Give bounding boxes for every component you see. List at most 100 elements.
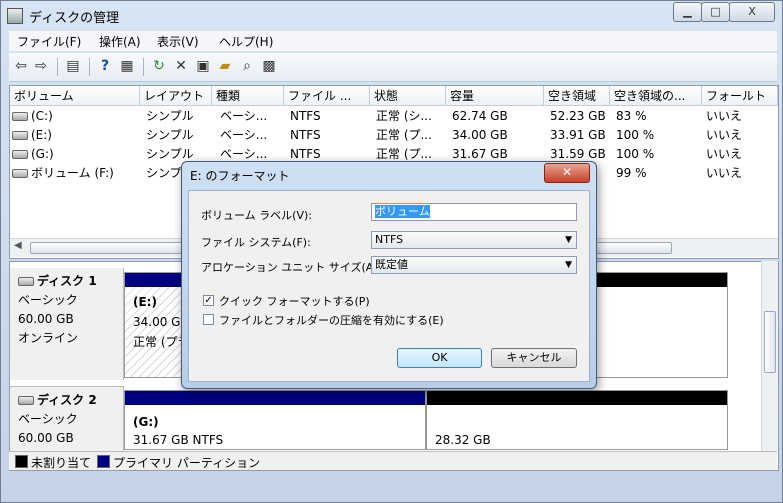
column-header-type[interactable]: 種類 [212,86,284,106]
forward-arrow-icon[interactable]: ⇨ [33,58,49,74]
ok-button[interactable]: OK [397,348,482,368]
compress-checkbox[interactable] [203,314,214,325]
explore-icon[interactable]: ▩ [261,58,277,74]
layout-cell: シンプル [146,109,194,123]
partition-e-name: (E:) [133,295,157,309]
properties-icon[interactable]: ▣ [195,58,211,74]
legend-primary: プライマリ パーティション [97,454,260,471]
window-title: ディスクの管理 [29,11,120,26]
unallocated-space[interactable]: 28.32 GB [426,390,728,450]
volume-name: (G:) [31,147,54,161]
column-header-free[interactable]: 空き領域 [544,86,610,106]
cancel-button[interactable]: キャンセル [491,348,577,368]
fs-cell: NTFS [290,109,321,123]
menu-bar: ファイル(F) 操作(A) 表示(V) ヘルプ(H) [9,31,777,51]
primary-partition-bar [125,391,425,405]
toolbar-separator [89,58,90,76]
drive-icon [12,169,28,178]
chevron-down-icon: ▼ [565,260,572,270]
layout-cell: シンプル [146,128,194,142]
fault-tolerance-cell: いいえ [706,166,743,180]
status-cell: 正常 (プ... [376,128,432,142]
volume-label-input[interactable]: ボリューム [371,203,577,221]
volume-cell: (G:) [12,145,54,164]
drive-icon [12,131,28,140]
fs-cell: NTFS [290,128,321,142]
disk-1-kind: ベーシック [18,293,78,307]
menu-view[interactable]: 表示(V) [157,33,199,50]
drive-icon [12,112,28,121]
console-tree-icon[interactable]: ▤ [65,58,81,74]
disk-1-name-text: ディスク 1 [37,274,97,288]
partition-g-name: (G:) [133,415,159,429]
legend: 未割り当て プライマリ パーティション [9,451,777,470]
help-icon[interactable]: ? [97,58,113,74]
menu-help[interactable]: ヘルプ(H) [219,33,273,50]
free-pct-cell: 100 % [616,128,655,142]
disk-2-name: ディスク 2 [18,391,123,410]
dialog-close-button[interactable]: ✕ [544,163,590,183]
partition-g[interactable]: (G:) 31.67 GB NTFS [124,390,426,450]
delete-icon[interactable]: ✕ [173,58,189,74]
column-header-fault-tolerance[interactable]: フォールト [702,86,778,106]
toolbar-separator [143,58,144,76]
vertical-scrollbar[interactable] [761,261,778,451]
refresh-icon[interactable]: ↻ [151,58,167,74]
free-pct-cell: 83 % [616,109,647,123]
allocation-unit-select[interactable]: 既定値 ▼ [371,256,577,274]
maximize-button[interactable]: □ [701,2,730,22]
disk-icon [18,396,34,405]
disk-2-size: 60.00 GB [18,431,74,445]
column-header-volume[interactable]: ボリューム [10,86,140,106]
allocation-unit-caption: アロケーション ユニット サイズ(A): [201,261,382,274]
quick-format-checkbox[interactable]: ✓ [203,295,214,306]
dialog-body: ボリューム ラベル(V): ボリューム ファイル システム(F): NTFS ▼ … [188,190,590,382]
format-dialog: E: のフォーマット ✕ ボリューム ラベル(V): ボリューム ファイル シス… [181,161,597,389]
type-cell: ベーシ... [220,109,268,123]
free-cell: 52.23 GB [550,109,606,123]
file-system-select[interactable]: NTFS ▼ [371,231,577,249]
primary-swatch [97,455,110,468]
disk-1-state: オンライン [18,331,79,345]
column-header-layout[interactable]: レイアウト [140,86,212,106]
menu-action[interactable]: 操作(A) [99,33,141,50]
fault-tolerance-cell: いいえ [706,128,743,142]
unallocated-size: 28.32 GB [435,433,491,447]
volume-name: ボリューム (F:) [31,166,114,180]
file-system-value: NTFS [375,233,404,246]
disk-1-label[interactable]: ディスク 1 ベーシック 60.00 GB オンライン [10,268,124,380]
volume-name: (E:) [31,128,52,142]
drive-icon [12,150,28,159]
column-header-status[interactable]: 状態 [370,86,446,106]
disk-1-size: 60.00 GB [18,312,74,326]
volume-cell: (E:) [12,126,52,145]
chevron-down-icon: ▼ [565,235,572,245]
column-header-filesystem[interactable]: ファイル ... [284,86,370,106]
column-header-capacity[interactable]: 容量 [446,86,544,106]
legend-unallocated-label: 未割り当て [31,456,92,470]
capacity-cell: 62.74 GB [452,109,508,123]
back-arrow-icon[interactable]: ⇦ [13,58,29,74]
quick-format-label[interactable]: クイック フォーマットする(P) [219,293,370,309]
compress-label[interactable]: ファイルとフォルダーの圧縮を有効にする(E) [219,312,444,328]
file-system-caption: ファイル システム(F): [201,236,311,249]
layout-cell: シンプ [146,166,182,180]
disk-icon [18,277,34,286]
column-header-free-pct[interactable]: 空き領域の... [610,86,702,106]
disk-2-kind: ベーシック [18,412,78,426]
type-cell: ベーシ... [220,128,268,142]
volume-cell: (C:) [12,107,53,126]
properties-panel-icon[interactable]: ▦ [119,58,135,74]
free-pct-cell: 99 % [616,166,647,180]
menu-file[interactable]: ファイル(F) [17,33,81,50]
scroll-thumb[interactable] [764,311,776,373]
search-icon[interactable]: ⌕ [239,58,255,74]
open-folder-icon[interactable]: ▰ [217,58,233,74]
capacity-cell: 34.00 GB [452,128,508,142]
fault-tolerance-cell: いいえ [706,147,743,161]
minimize-button[interactable]: ▁ [673,2,702,22]
close-button[interactable]: X [729,2,775,22]
scroll-left-icon[interactable]: ◀ [14,240,22,251]
allocation-unit-value: 既定値 [375,258,408,271]
free-pct-cell: 100 % [616,147,655,161]
